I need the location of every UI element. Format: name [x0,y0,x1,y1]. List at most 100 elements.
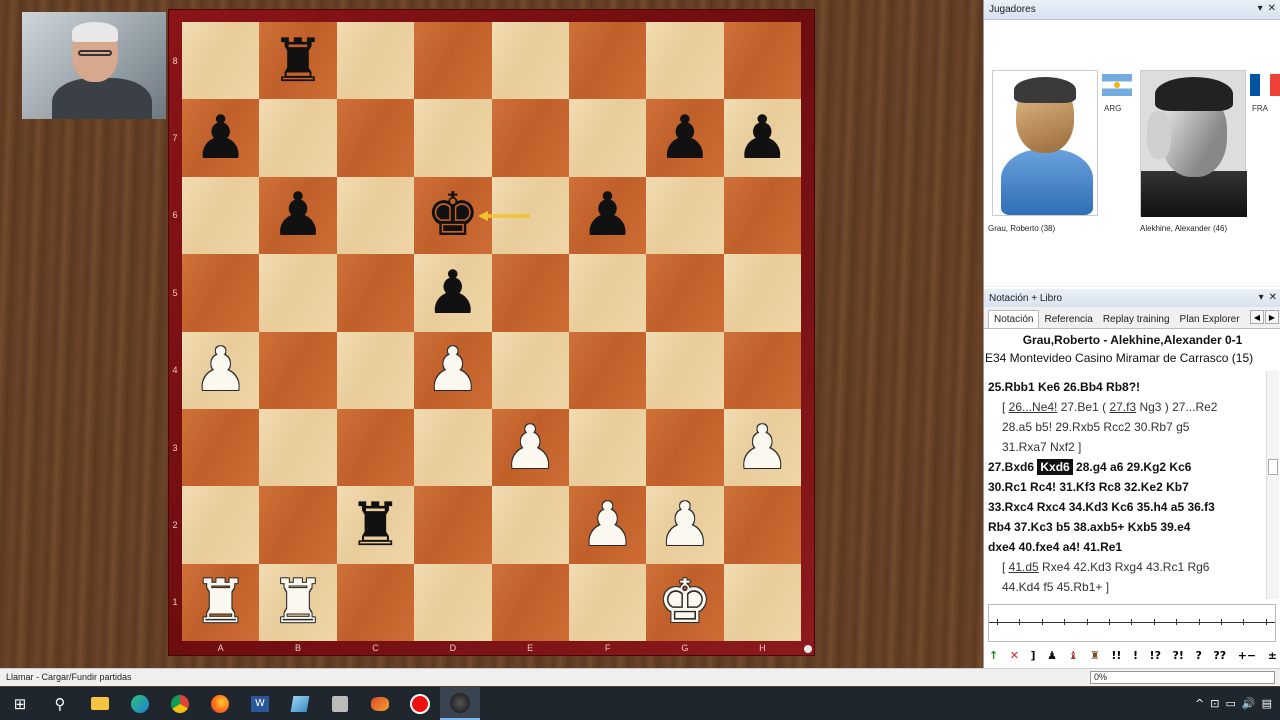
square-g3[interactable] [646,408,724,487]
chrome-icon[interactable] [160,687,200,720]
panel-dropdown-icon[interactable]: ▾ [1258,3,1263,14]
square-f8[interactable] [568,22,647,100]
current-move[interactable]: Kxd6 [1037,459,1073,475]
firefox-icon[interactable] [200,687,240,720]
square-f5[interactable] [568,254,647,332]
square-e8[interactable] [491,22,569,100]
move-line[interactable]: 33.Rxc4 Rxc4 34.Kd3 Kc6 35.h4 a5 36.f3 [988,497,1258,517]
square-h5[interactable] [723,254,801,332]
variation-line[interactable]: [ 26...Ne4! 27.Be1 ( 27.f3 Ng3 ) 27...Re… [988,397,1258,417]
edge-icon[interactable] [120,687,160,720]
square-c2[interactable]: ♜ [336,486,415,564]
tab-plan-explorer[interactable]: Plan Explorer [1175,311,1245,328]
variation-line[interactable]: 28.a5 b5! 29.Rxb5 Rcc2 30.Rb7 g5 [988,417,1258,437]
square-g6[interactable] [646,176,724,255]
notation-dropdown-icon[interactable]: ▾ [1259,292,1264,303]
tabs-left-icon[interactable]: ◀ [1250,310,1264,324]
square-c1[interactable] [336,563,415,641]
file-explorer-icon[interactable] [80,687,120,720]
black-pawn-icon[interactable]: ♟ [194,108,248,168]
black-pawn-icon[interactable]: ♟ [658,108,712,168]
square-b7[interactable] [259,99,337,177]
tabs-right-icon[interactable]: ▶ [1265,310,1279,324]
white-pawn-icon[interactable]: ♟ [735,418,789,478]
square-c3[interactable] [336,408,415,487]
variation-line[interactable]: 31.Rxa7 Nxf2 ] [988,437,1258,457]
black-pawn-icon[interactable]: ♟ [735,108,789,168]
square-b5[interactable] [259,254,337,332]
annotation-symbol-button[interactable]: +− [1237,649,1257,665]
tab-replay-training[interactable]: Replay training [1098,311,1175,328]
tray-icon[interactable]: ^ [1195,697,1204,710]
tray-icon[interactable]: ▭ [1225,697,1235,710]
square-e1[interactable] [491,563,569,641]
app-icon[interactable] [320,687,360,720]
square-d3[interactable] [414,408,492,487]
square-f1[interactable] [568,563,647,641]
square-e4[interactable] [491,331,569,409]
annotation-symbol-button[interactable]: ! [1132,649,1139,665]
square-c8[interactable] [336,22,415,100]
square-a8[interactable] [182,22,260,100]
square-a2[interactable] [182,486,260,564]
black-rook-icon[interactable]: ♜ [271,31,325,91]
square-b2[interactable] [259,486,337,564]
square-f3[interactable] [568,408,647,487]
square-a7[interactable]: ♟ [182,99,260,177]
square-h3[interactable]: ♟ [723,408,801,487]
square-a3[interactable] [182,408,260,487]
square-g5[interactable] [646,254,724,332]
search-icon[interactable]: ⚲ [40,687,80,720]
tray-icon[interactable]: ▤ [1262,697,1272,710]
square-b4[interactable] [259,331,337,409]
chess-board[interactable]: ♜ ♟ ♟ ♟ ♟ ♚ ♟ ♟ ♟ ♟ ♟ ♟ ♜ ♟ ♟ ♜ ♜ ♚ [182,22,801,641]
record-icon[interactable] [400,687,440,720]
square-b3[interactable] [259,408,337,487]
square-h8[interactable] [723,22,801,100]
scrollbar-thumb[interactable] [1268,459,1278,475]
square-d1[interactable] [414,563,492,641]
move-line[interactable]: 30.Rc1 Rc4! 31.Kf3 Rc8 32.Ke2 Kb7 [988,477,1258,497]
square-a6[interactable] [182,176,260,255]
square-b8[interactable]: ♜ [259,22,337,100]
square-h2[interactable] [723,486,801,564]
notation-close-icon[interactable]: ✕ [1269,292,1277,303]
square-c4[interactable] [336,331,415,409]
square-e2[interactable] [491,486,569,564]
move-line[interactable]: Rb4 37.Kc3 b5 38.axb5+ Kxb5 39.e4 [988,517,1258,537]
annotation-symbol-button[interactable]: ♜ [1089,649,1101,665]
variation-line[interactable]: [ 41.d5 Rxe4 42.Kd3 Rxg4 43.Rc1 Rg6 [988,557,1258,577]
annotation-symbol-button[interactable]: !? [1149,649,1162,665]
white-pawn-icon[interactable]: ♟ [658,495,712,555]
square-e7[interactable] [491,99,569,177]
annotation-symbol-button[interactable]: ↑ [988,649,999,665]
black-pawn-icon[interactable]: ♟ [271,185,325,245]
square-a5[interactable] [182,254,260,332]
annotation-symbol-button[interactable]: ✕ [1009,649,1020,665]
annotation-symbol-button[interactable]: ♟ [1046,649,1058,665]
move-line[interactable]: dxe4 40.fxe4 a4! 41.Re1 [988,537,1258,557]
square-h4[interactable] [723,331,801,409]
word-icon[interactable]: W [240,687,280,720]
white-pawn-icon[interactable]: ♟ [426,340,480,400]
annotation-symbol-button[interactable]: ?! [1172,649,1185,665]
square-g4[interactable] [646,331,724,409]
square-e3[interactable]: ♟ [491,408,569,487]
square-g1[interactable]: ♚ [646,563,724,641]
square-c5[interactable] [336,254,415,332]
white-rook-icon[interactable]: ♜ [271,572,325,632]
square-f7[interactable] [568,99,647,177]
black-rook-icon[interactable]: ♜ [349,495,403,555]
square-c7[interactable] [336,99,415,177]
tab-referencia[interactable]: Referencia [1039,311,1097,328]
square-f6[interactable]: ♟ [568,176,647,255]
square-h6[interactable] [723,176,801,255]
tab-notacion[interactable]: Notación [988,310,1040,328]
square-b1[interactable]: ♜ [259,563,337,641]
square-c6[interactable] [336,176,415,255]
annotation-symbol-button[interactable]: ? [1194,649,1202,665]
annotation-symbol-button[interactable]: ] [1030,649,1037,665]
square-d5[interactable]: ♟ [414,254,492,332]
notes-icon[interactable] [280,687,320,720]
panel-close-icon[interactable]: ✕ [1268,3,1276,14]
